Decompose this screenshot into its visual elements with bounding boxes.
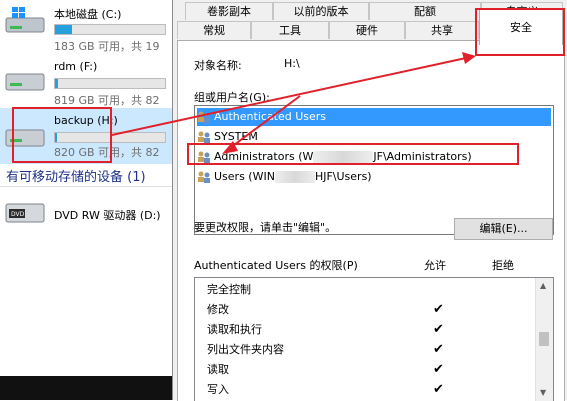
dvd-drive-icon: DVD: [5, 203, 45, 223]
user-name-suffix: HJF\Users): [314, 170, 372, 183]
svg-text:DVD: DVD: [11, 211, 25, 218]
permission-row: 完全控制: [207, 280, 537, 300]
group-user-list[interactable]: Authenticated Users SYSTEM Administrator…: [194, 105, 554, 235]
permissions-header: Authenticated Users 的权限(P) 允许 拒绝: [194, 257, 554, 273]
object-name-value: H:\: [284, 57, 300, 70]
permission-name: 读取: [207, 363, 229, 376]
allow-check-icon: ✔: [433, 362, 444, 377]
user-name: Users (WIN: [214, 170, 275, 183]
tab-general[interactable]: 常规: [177, 21, 251, 39]
allow-check-icon: ✔: [433, 382, 444, 397]
permission-row: 列出文件夹内容 ✔: [207, 340, 537, 360]
permission-name: 读取和执行: [207, 323, 262, 336]
user-group-icon: [198, 171, 210, 183]
tab-tools[interactable]: 工具: [251, 21, 329, 39]
windows-drive-icon: [5, 7, 45, 33]
allow-check-icon: ✔: [433, 322, 444, 337]
drive-capacity-bar: [54, 78, 166, 89]
scroll-down-icon[interactable]: ▼: [540, 388, 546, 397]
annotation-box-administrators: [187, 143, 519, 165]
tab-hardware[interactable]: 硬件: [329, 21, 405, 39]
permission-row: 修改 ✔: [207, 300, 537, 320]
permission-row: 写入 ✔: [207, 380, 537, 400]
tab-shadow-copies[interactable]: 卷影副本: [185, 2, 273, 20]
drive-item-c[interactable]: 本地磁盘 (C:) 183 GB 可用，共 19: [0, 0, 172, 56]
drive-capacity-bar: [54, 24, 166, 35]
permissions-scrollbar[interactable]: ▲ ▼: [535, 278, 553, 401]
group-users-label: 组或用户名(G):: [194, 91, 270, 104]
allow-check-icon: ✔: [433, 342, 444, 357]
properties-dialog: 卷影副本 以前的版本 配额 自定义 常规 工具 硬件 共享 对象名称: H:\ …: [172, 0, 567, 401]
drive-name: rdm (F:): [54, 60, 98, 73]
user-group-icon: [198, 111, 210, 123]
tab-previous-versions[interactable]: 以前的版本: [273, 2, 369, 20]
tab-sharing[interactable]: 共享: [405, 21, 479, 39]
permission-name: 修改: [207, 303, 229, 316]
object-name-label: 对象名称:: [194, 59, 242, 72]
drive-item-f[interactable]: rdm (F:) 819 GB 可用，共 82: [0, 56, 172, 108]
user-group-icon: [198, 131, 210, 143]
drive-free-space: 183 GB 可用，共 19: [54, 40, 160, 53]
permission-row: 读取 ✔: [207, 360, 537, 380]
deny-column-header: 拒绝: [492, 259, 514, 272]
permission-name: 写入: [207, 383, 229, 396]
allow-column-header: 允许: [424, 259, 446, 272]
drive-item-d[interactable]: DVD DVD RW 驱动器 (D:): [0, 196, 172, 236]
user-row-authenticated-users[interactable]: Authenticated Users: [197, 108, 551, 126]
drive-name: 本地磁盘 (C:): [54, 8, 122, 21]
hard-drive-icon: [5, 73, 45, 91]
drive-free-space: 819 GB 可用，共 82: [54, 94, 160, 107]
permission-row: 读取和执行 ✔: [207, 320, 537, 340]
redacted-region: [274, 171, 315, 183]
permissions-title: Authenticated Users 的权限(P): [194, 259, 358, 272]
drive-name: DVD RW 驱动器 (D:): [54, 209, 161, 222]
permission-name: 完全控制: [207, 283, 251, 296]
annotation-box-security-tab: [475, 8, 565, 56]
edit-button[interactable]: 编辑(E)...: [454, 218, 553, 240]
tab-quota[interactable]: 配额: [369, 2, 481, 20]
permissions-list[interactable]: 完全控制修改 ✔ 读取和执行 ✔ 列出文件夹内容 ✔ 读取 ✔ 写入 ✔ ▲ ▼: [194, 277, 554, 401]
user-name: SYSTEM: [214, 130, 258, 143]
scroll-thumb[interactable]: [539, 332, 549, 346]
section-divider: [0, 186, 172, 187]
annotation-box-backup-drive: [12, 107, 112, 163]
removable-devices-header[interactable]: 有可移动存储的设备 (1): [6, 166, 146, 185]
permission-name: 列出文件夹内容: [207, 343, 284, 356]
security-tab-page: 对象名称: H:\ 组或用户名(G): Authenticated Users …: [177, 40, 565, 401]
user-name: Authenticated Users: [214, 110, 327, 123]
change-permissions-hint: 要更改权限，请单击"编辑"。: [194, 221, 337, 234]
explorer-drive-pane: 本地磁盘 (C:) 183 GB 可用，共 19 rdm (F:) 819 GB…: [0, 0, 172, 400]
taskbar: [0, 376, 172, 400]
user-row-users[interactable]: Users (WIN HJF\Users): [197, 168, 551, 186]
scroll-up-icon[interactable]: ▲: [540, 281, 546, 290]
allow-check-icon: ✔: [433, 302, 444, 317]
